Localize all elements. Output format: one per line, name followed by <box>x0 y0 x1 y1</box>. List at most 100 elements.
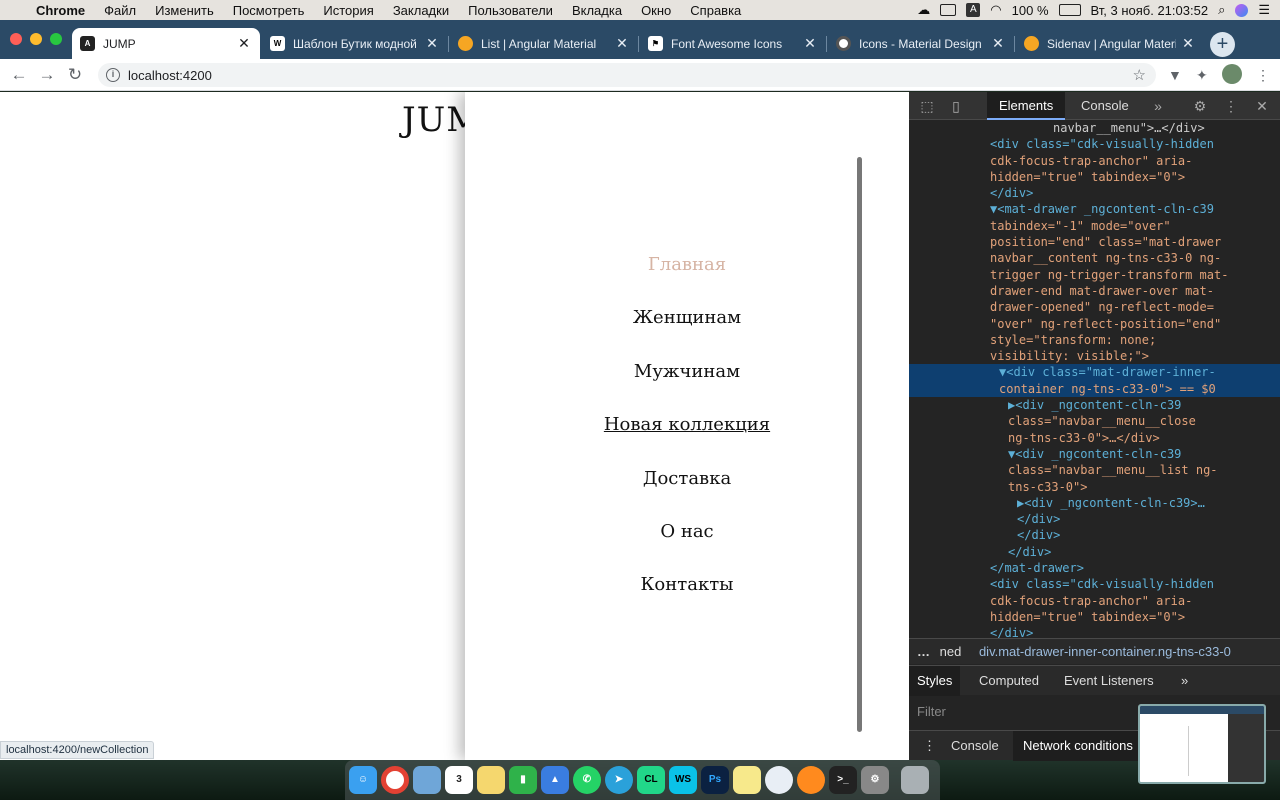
chrome-icon[interactable] <box>381 766 409 794</box>
battery-icon[interactable] <box>1058 4 1081 16</box>
dom-tree-line[interactable]: cdk-focus-trap-anchor" aria- <box>909 153 1280 169</box>
more-panes-chevron-icon[interactable]: » <box>1173 666 1196 696</box>
chrome-menu-icon[interactable]: ⋮ <box>1256 67 1270 84</box>
breadcrumb-overflow[interactable]: … <box>917 644 930 659</box>
breadcrumb-item-selected[interactable]: div.mat-drawer-inner-container.ng-tns-c3… <box>979 644 1231 659</box>
menu-app-name[interactable]: Chrome <box>36 3 85 18</box>
dom-tree-line[interactable]: ▼<div class="mat-drawer-inner- <box>909 364 1280 381</box>
tab-console[interactable]: Console <box>1069 92 1141 120</box>
bookmark-star-icon[interactable]: ☆ <box>1133 66 1146 84</box>
tab-list-angular-material[interactable]: List | Angular Material ✕ <box>450 28 639 59</box>
minimize-window-button[interactable] <box>30 33 42 45</box>
dom-tree-line[interactable]: </div> <box>909 544 1280 560</box>
close-devtools-icon[interactable]: ✕ <box>1253 97 1271 115</box>
sublime-icon[interactable] <box>797 766 825 794</box>
dom-tree-line[interactable]: container ng-tns-c33-0"> == $0 <box>909 380 1280 398</box>
dom-tree-line[interactable]: ng-tns-c33-0">…</div> <box>909 430 1280 446</box>
menu-edit[interactable]: Изменить <box>155 3 214 18</box>
dom-tree-line[interactable]: trigger ng-trigger-transform mat- <box>909 267 1280 283</box>
dom-tree-line[interactable]: visibility: visible;"> <box>909 348 1280 364</box>
tab-elements[interactable]: Elements <box>987 92 1066 120</box>
tab-computed[interactable]: Computed <box>971 666 1047 696</box>
wifi-icon[interactable]: ◠ <box>990 2 1001 18</box>
address-bar[interactable]: i localhost:4200 ☆ <box>98 63 1156 87</box>
close-tab-icon[interactable]: ✕ <box>1180 35 1196 52</box>
tab-event-listeners[interactable]: Event Listeners <box>1056 666 1162 696</box>
webstorm-icon[interactable]: WS <box>669 766 697 794</box>
tab-jump[interactable]: A JUMP ✕ <box>72 28 260 59</box>
tab-wix-template[interactable]: W Шаблон Бутик модной од ✕ <box>262 28 449 59</box>
close-tab-icon[interactable]: ✕ <box>614 35 630 52</box>
siri-icon[interactable] <box>1235 3 1249 17</box>
dom-tree-line[interactable]: </mat-drawer> <box>909 560 1280 576</box>
dom-tree-line[interactable]: drawer-opened" ng-reflect-mode= <box>909 299 1280 315</box>
tab-sidenav-angular-material[interactable]: Sidenav | Angular Material ✕ <box>1016 28 1204 59</box>
dom-tree-line[interactable]: ▶<div _ngcontent-cln-c39>… <box>909 495 1280 511</box>
dom-tree-line[interactable]: ▼<mat-drawer _ngcontent-cln-c39 <box>909 201 1280 217</box>
whatsapp-icon[interactable]: ✆ <box>573 766 601 794</box>
terminal-icon[interactable]: >_ <box>829 766 857 794</box>
notification-center-icon[interactable]: ☰ <box>1258 2 1270 18</box>
elements-dom-tree[interactable]: navbar__menu">…</div> <div class="cdk-vis… <box>909 120 1280 638</box>
dom-tree-line[interactable]: tabindex="-1" mode="over" <box>909 218 1280 234</box>
dom-tree-line[interactable]: </div> <box>909 527 1280 543</box>
site-info-icon[interactable]: i <box>106 68 120 82</box>
dom-tree-line[interactable]: tns-c33-0"> <box>909 479 1280 495</box>
drawer-tab-console[interactable]: Console <box>951 731 999 761</box>
dom-tree-line[interactable]: drawer-end mat-drawer-over mat- <box>909 283 1280 299</box>
close-tab-icon[interactable]: ✕ <box>802 35 818 52</box>
telegram-icon[interactable]: ➤ <box>605 766 633 794</box>
tab-styles[interactable]: Styles <box>909 666 961 696</box>
dom-tree-line[interactable]: ▼<div _ngcontent-cln-c39 <box>909 446 1280 462</box>
keynote-icon[interactable]: ▲ <box>541 766 569 794</box>
breadcrumb-item[interactable]: ned <box>940 644 962 659</box>
reload-icon[interactable]: ↻ <box>64 64 86 86</box>
menu-view[interactable]: Посмотреть <box>233 3 305 18</box>
menu-bookmarks[interactable]: Закладки <box>393 3 449 18</box>
tab-font-awesome[interactable]: ⚑ Font Awesome Icons ✕ <box>640 28 827 59</box>
drawer-scrollbar[interactable] <box>857 157 862 732</box>
drawer-tab-network-conditions[interactable]: Network conditions <box>1013 731 1143 761</box>
menu-window[interactable]: Окно <box>641 3 671 18</box>
dom-tree-line[interactable]: cdk-focus-trap-anchor" aria- <box>909 593 1280 609</box>
dom-tree-line[interactable]: <div class="cdk-visually-hidden <box>909 136 1280 152</box>
input-source-icon[interactable]: A <box>966 3 981 17</box>
dom-tree-line[interactable]: class="navbar__menu__close <box>909 413 1280 429</box>
settings-gear-icon[interactable]: ⚙ <box>1191 97 1209 115</box>
back-arrow-icon[interactable]: ← <box>8 64 30 86</box>
finder-icon[interactable]: ☺ <box>349 766 377 794</box>
zoom-window-button[interactable] <box>50 33 62 45</box>
menu-item-new-collection[interactable]: Новая коллекция <box>465 409 909 462</box>
forward-arrow-icon[interactable]: → <box>36 64 58 86</box>
menu-item-contacts[interactable]: Контакты <box>465 569 909 622</box>
battery-percent[interactable]: 100 % <box>1012 3 1049 18</box>
dom-tree-line[interactable]: navbar__menu">…</div> <box>909 120 1280 136</box>
inspect-element-icon[interactable]: ⬚ <box>918 97 936 115</box>
dom-tree-line[interactable]: hidden="true" tabindex="0"> <box>909 169 1280 185</box>
dom-tree-line[interactable]: position="end" class="mat-drawer <box>909 234 1280 250</box>
close-tab-icon[interactable]: ✕ <box>424 35 440 52</box>
trash-icon[interactable] <box>901 766 929 794</box>
devtools-menu-icon[interactable]: ⋮ <box>1222 97 1240 115</box>
menu-file[interactable]: Файл <box>104 3 136 18</box>
display-icon[interactable] <box>940 4 957 16</box>
notes-icon[interactable] <box>477 766 505 794</box>
close-tab-icon[interactable]: ✕ <box>990 35 1006 52</box>
menu-item-men[interactable]: Мужчинам <box>465 356 909 409</box>
numbers-icon[interactable]: ▮ <box>509 766 537 794</box>
menu-help[interactable]: Справка <box>690 3 741 18</box>
creative-cloud-icon[interactable]: ☁ <box>917 2 930 18</box>
menu-item-delivery[interactable]: Доставка <box>465 463 909 516</box>
vue-devtools-extension-icon[interactable]: ▼ <box>1168 67 1182 83</box>
dom-tree-line[interactable]: ▶<div _ngcontent-cln-c39 <box>909 397 1280 413</box>
dom-tree-line[interactable]: <div class="cdk-visually-hidden <box>909 576 1280 592</box>
new-tab-button[interactable]: + <box>1210 32 1235 57</box>
screenshot-thumbnail[interactable] <box>1138 704 1266 784</box>
device-toolbar-icon[interactable]: ▯ <box>947 97 965 115</box>
clion-icon[interactable]: CL <box>637 766 665 794</box>
calendar-icon[interactable]: 3 <box>445 766 473 794</box>
system-preferences-icon[interactable]: ⚙ <box>861 766 889 794</box>
close-window-button[interactable] <box>10 33 22 45</box>
spotlight-search-icon[interactable]: ⌕ <box>1218 2 1225 18</box>
tab-material-design-icons[interactable]: Icons - Material Design ✕ <box>828 28 1015 59</box>
